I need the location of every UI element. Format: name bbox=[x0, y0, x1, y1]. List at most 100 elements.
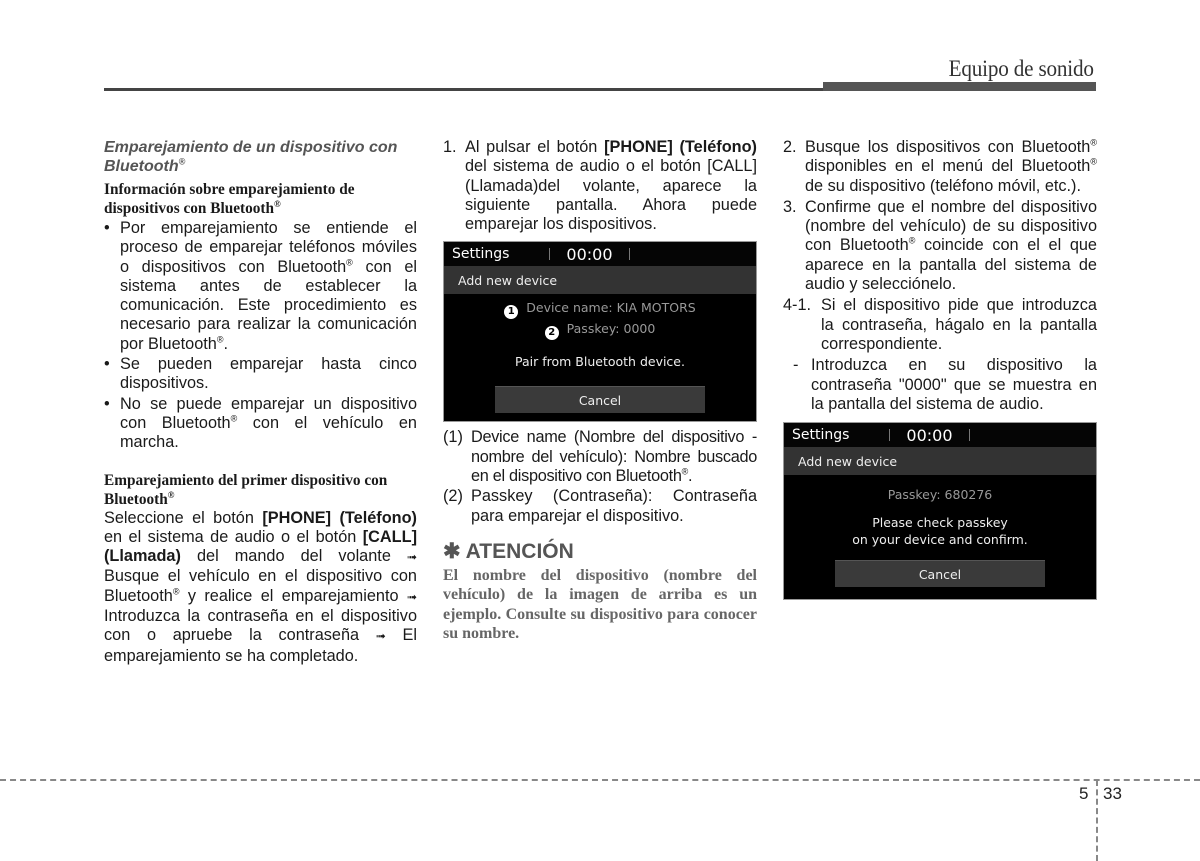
step-text: Al pulsar el botón [PHONE] (Teléfono) de… bbox=[465, 138, 757, 234]
divider bbox=[628, 248, 630, 261]
arrow-icon: ➟ bbox=[375, 629, 386, 644]
text: disponibles en el menú del Bluetooth bbox=[805, 157, 1091, 176]
step-number: 1. bbox=[443, 138, 457, 156]
registered-mark: ® bbox=[167, 489, 175, 500]
text: y realice el emparejamiento bbox=[179, 586, 407, 605]
page-number: 33 bbox=[1103, 784, 1122, 803]
settings-label: Settings bbox=[452, 245, 510, 262]
step-text: Busque los dispositivos con Bluetooth® d… bbox=[805, 138, 1097, 196]
attention-body: El nombre del dispositivo (nombre del ve… bbox=[443, 566, 757, 643]
bullet-text: Se pueden emparejar hasta cinco disposit… bbox=[120, 355, 417, 393]
text: del sistema de audio o el botón [CALL] (… bbox=[465, 157, 757, 234]
bullet-item: • No se puede emparejar un dispositivo c… bbox=[104, 395, 417, 453]
step-number: 3. bbox=[783, 197, 797, 216]
text: Device name (Nombre del dispositivo - no… bbox=[471, 428, 757, 486]
step-4-1-sub: - Introduzca en su dispositivo la contra… bbox=[783, 356, 1097, 414]
marker-2-icon: 2 bbox=[544, 326, 559, 341]
info-heading-text: Información sobre emparejamiento de disp… bbox=[104, 181, 355, 217]
info-heading: Información sobre emparejamiento de disp… bbox=[104, 180, 417, 218]
device-name: Device name: KIA MOTORS bbox=[526, 300, 696, 316]
arrow-icon: ➟ bbox=[406, 550, 417, 565]
text: Introduzca la contraseña en el dispositi… bbox=[104, 607, 417, 645]
cancel-button[interactable]: Cancel bbox=[835, 560, 1045, 588]
column-3: 2. Busque los dispositivos con Bluetooth… bbox=[783, 138, 1097, 601]
dash-marker: - bbox=[793, 356, 799, 375]
registered-mark: ® bbox=[274, 198, 281, 209]
bullet-dot: • bbox=[104, 355, 110, 374]
note-item: (2) Passkey (Contraseña): Contraseña par… bbox=[443, 487, 757, 526]
screen-topbar: Settings 00:00 bbox=[784, 423, 1096, 448]
step-number: 4-1. bbox=[783, 296, 812, 315]
clock: 00:00 bbox=[906, 425, 953, 445]
attention-title: ATENCIÓN bbox=[465, 539, 574, 563]
screen-add-device: Settings 00:00 Add new device 1 Device na… bbox=[443, 241, 757, 423]
phone-button-label: [PHONE] (Teléfono) bbox=[262, 508, 417, 527]
text: Al pulsar el botón bbox=[465, 138, 605, 156]
screen-topbar: Settings 00:00 bbox=[444, 242, 756, 267]
screen-title: Add new device bbox=[784, 447, 1096, 476]
passkey-line: 2 Passkey: 0000 bbox=[444, 319, 756, 341]
phone-button-label: [PHONE] (Teléfono) bbox=[604, 138, 757, 156]
registered-mark: ® bbox=[1090, 156, 1097, 167]
footer-rule bbox=[0, 779, 1200, 781]
check-message-line-1: Please check passkey bbox=[872, 515, 1008, 531]
passkey: Passkey: 680276 bbox=[887, 487, 993, 503]
column-2: 1. Al pulsar el botón [PHONE] (Teléfono)… bbox=[443, 138, 757, 644]
note-item: (1) Device name (Nombre del dispositivo … bbox=[443, 428, 757, 486]
registered-mark: ® bbox=[346, 257, 353, 268]
text: Busque los dispositivos con Bluetooth bbox=[805, 138, 1091, 156]
divider bbox=[968, 429, 970, 442]
note-number: (1) bbox=[443, 428, 463, 447]
cancel-button[interactable]: Cancel bbox=[495, 386, 705, 414]
text: . bbox=[687, 467, 693, 486]
step-text: Confirme que el nombre del dispositivo (… bbox=[805, 198, 1097, 294]
section-heading: Emparejamiento de un dispositivo con Blu… bbox=[104, 138, 417, 176]
asterisk-icon: ✱ bbox=[443, 539, 461, 563]
pair-message: Pair from Bluetooth device. bbox=[515, 354, 685, 370]
text: . bbox=[223, 334, 229, 353]
text: Seleccione el botón bbox=[104, 508, 263, 527]
step-4-1: 4-1. Si el dispositivo pide que introduz… bbox=[783, 296, 1097, 354]
note-text: Device name (Nombre del dispositivo - no… bbox=[471, 428, 757, 486]
text: de su dispositivo (teléfono móvil, etc.)… bbox=[805, 176, 1082, 195]
section-heading-text: Emparejamiento de un dispositivo con Blu… bbox=[104, 139, 398, 175]
screen-body: Passkey: 680276 Please check passkey on … bbox=[784, 485, 1096, 588]
bullet-item: • Se pueden emparejar hasta cinco dispos… bbox=[104, 355, 417, 394]
divider bbox=[549, 248, 551, 261]
chapter-number: 5 bbox=[1079, 784, 1089, 803]
pairing-procedure: Seleccione el botón [PHONE] (Teléfono) e… bbox=[104, 509, 417, 666]
step-3: 3. Confirme que el nombre del dispositiv… bbox=[783, 198, 1097, 294]
screen-body: 1 Device name: KIA MOTORS 2 Passkey: 0000 … bbox=[444, 298, 756, 414]
bullet-dot: • bbox=[104, 219, 110, 237]
attention-heading: ✱ ATENCIÓN bbox=[443, 540, 757, 564]
section-title: Equipo de sonido bbox=[948, 56, 1094, 81]
registered-mark: ® bbox=[216, 334, 224, 345]
bullet-text: Por emparejamiento se entiende el proces… bbox=[120, 219, 417, 354]
note-number: (2) bbox=[443, 487, 463, 506]
step-text: Introduzca en su dispositivo la contrase… bbox=[811, 356, 1097, 413]
registered-mark: ® bbox=[178, 156, 186, 167]
screen-title: Add new device bbox=[444, 266, 756, 295]
text: del mando del volante bbox=[180, 547, 407, 566]
bullet-item: • Por emparejamiento se entiende el proc… bbox=[104, 219, 417, 354]
footer-divider bbox=[1096, 780, 1098, 861]
step-text: Si el dispositivo pide que introduzca la… bbox=[821, 296, 1097, 353]
note-text: Passkey (Contraseña): Contraseña para em… bbox=[471, 487, 757, 525]
registered-mark: ® bbox=[1090, 137, 1097, 148]
header-bar bbox=[823, 82, 1096, 91]
step-1: 1. Al pulsar el botón [PHONE] (Teléfono)… bbox=[443, 138, 757, 234]
step-2: 2. Busque los dispositivos con Bluetooth… bbox=[783, 138, 1097, 196]
device-name-line: 1 Device name: KIA MOTORS bbox=[444, 298, 756, 320]
arrow-icon: ➟ bbox=[406, 589, 417, 604]
screen-check-passkey: Settings 00:00 Add new device Passkey: 6… bbox=[783, 422, 1097, 601]
header-rule bbox=[104, 88, 824, 91]
divider bbox=[889, 429, 891, 442]
bullet-dot: • bbox=[104, 394, 110, 413]
step-number: 2. bbox=[783, 138, 797, 156]
notes: (1) Device name (Nombre del dispositivo … bbox=[443, 428, 757, 525]
clock: 00:00 bbox=[566, 244, 613, 264]
check-message-line-2: on your device and confirm. bbox=[852, 532, 1028, 548]
first-pair-heading-text: Emparejamiento del primer dispositivo co… bbox=[104, 471, 388, 508]
passkey: Passkey: 0000 bbox=[566, 321, 656, 337]
